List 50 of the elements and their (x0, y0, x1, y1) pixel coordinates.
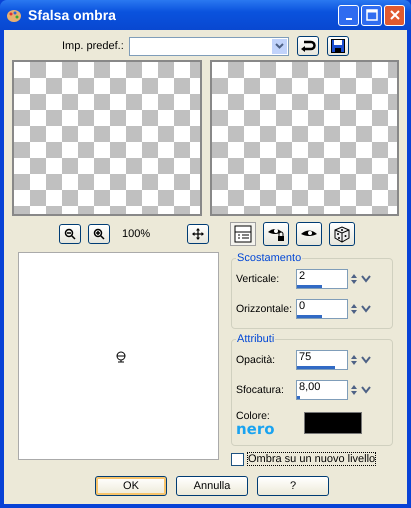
zoom-in-button[interactable] (88, 224, 110, 244)
randomize-button[interactable] (329, 222, 356, 246)
checkbox-label[interactable]: Ombra su un nuovo livello (247, 452, 376, 466)
dialog-button[interactable]: OK (95, 476, 167, 496)
zoom-in-icon (93, 228, 105, 240)
group-title: Attributi (236, 333, 276, 345)
view-toggle-button[interactable] (296, 222, 322, 246)
window-list-icon (234, 225, 252, 243)
preset-dropdown[interactable] (128, 36, 289, 56)
field-label: Opacità: (236, 354, 276, 366)
maximize-icon (366, 9, 378, 21)
color-swatch[interactable] (304, 412, 362, 434)
close-icon (388, 9, 400, 21)
view-toggle-button[interactable] (230, 222, 256, 246)
move-arrows-icon (192, 228, 204, 240)
crosshair-icon[interactable] (115, 351, 127, 363)
maximize-button[interactable] (361, 4, 382, 26)
spin-field[interactable]: 0 (296, 299, 348, 319)
color-label: Colore: (236, 410, 271, 422)
checkbox[interactable] (231, 452, 244, 466)
palette-icon (6, 7, 22, 23)
close-button[interactable] (384, 4, 405, 26)
spin-arrows-icon[interactable] (348, 272, 372, 286)
view-toggle-button[interactable] (263, 222, 290, 246)
field-label: Orizzontale: (236, 303, 294, 315)
spin-field[interactable]: 75 (296, 350, 348, 370)
pan-button[interactable] (187, 224, 210, 244)
dice-icon (333, 225, 352, 243)
spin-arrows-icon[interactable] (348, 302, 372, 316)
dialog-button[interactable]: ? (257, 476, 329, 496)
minimize-button[interactable] (338, 4, 359, 26)
spin-field[interactable]: 2 (296, 269, 348, 289)
zoom-out-button[interactable] (59, 224, 81, 244)
spin-arrows-icon[interactable] (348, 383, 372, 397)
zoom-out-icon (64, 228, 76, 240)
save-button[interactable] (326, 36, 349, 56)
dialog-button[interactable]: Annulla (176, 476, 248, 496)
group-title: Scostamento (236, 252, 302, 264)
window-title: Sfalsa ombra (28, 7, 117, 23)
spin-field[interactable]: 8,00 (296, 380, 348, 400)
reset-button[interactable] (296, 36, 319, 56)
return-arrow-icon (300, 39, 316, 53)
eye-lock-icon (267, 226, 286, 242)
field-label: Verticale: (236, 273, 280, 285)
zoom-level: 100% (122, 228, 150, 240)
spin-arrows-icon[interactable] (348, 353, 372, 367)
annotation-text: nero (236, 422, 276, 436)
field-label: Sfocatura: (236, 384, 285, 396)
minimize-icon (346, 18, 352, 20)
preset-label: Imp. predef.: (62, 40, 124, 52)
